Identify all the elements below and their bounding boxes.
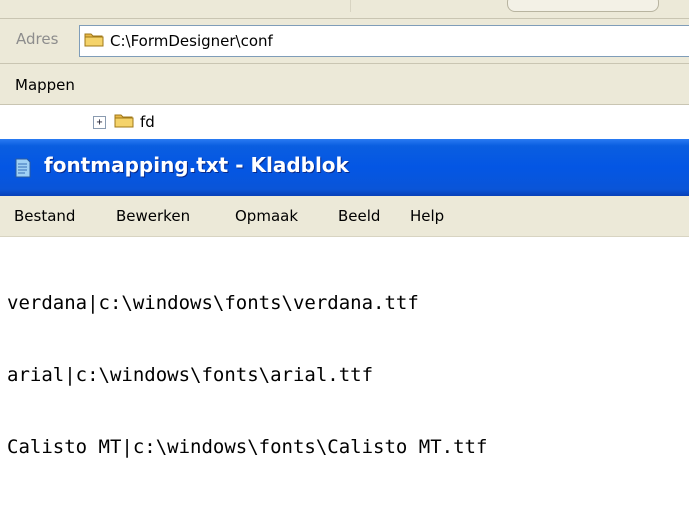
address-path: C:\FormDesigner\conf xyxy=(110,32,273,50)
folder-icon xyxy=(84,31,104,51)
tree-item-label: fd xyxy=(140,113,155,131)
menu-file[interactable]: Bestand xyxy=(14,207,75,225)
menu-edit[interactable]: Bewerken xyxy=(116,207,190,225)
toolbar-separator xyxy=(350,0,351,12)
text-line: verdana|c:\windows\fonts\verdana.ttf xyxy=(7,292,419,314)
text-content: verdana|c:\windows\fonts\verdana.ttf ari… xyxy=(7,243,487,507)
address-bar: Adres C:\FormDesigner\conf xyxy=(0,19,689,64)
address-label: Adres xyxy=(16,30,59,48)
notepad-title-bar[interactable]: fontmapping.txt - Kladblok xyxy=(0,139,689,196)
expand-plus-icon[interactable]: + xyxy=(93,115,106,129)
folder-tree: + fd xyxy=(0,105,689,138)
tree-item-fd[interactable]: + fd xyxy=(93,112,155,132)
menu-view[interactable]: Beeld xyxy=(338,207,380,225)
text-line: arial|c:\windows\fonts\arial.ttf xyxy=(7,364,374,386)
notepad-icon[interactable] xyxy=(13,157,33,183)
folders-pane-title: Mappen xyxy=(15,76,75,94)
folder-icon xyxy=(114,112,134,132)
toolbar-button-edge[interactable] xyxy=(507,0,659,12)
window-title: fontmapping.txt - Kladblok xyxy=(44,153,349,177)
notepad-text-area[interactable]: verdana|c:\windows\fonts\verdana.ttf ari… xyxy=(0,237,689,458)
text-line: Calisto MT|c:\windows\fonts\Calisto MT.t… xyxy=(7,436,488,458)
folders-pane-header: Mappen xyxy=(0,64,689,105)
menu-help[interactable]: Help xyxy=(410,207,444,225)
address-input[interactable]: C:\FormDesigner\conf xyxy=(79,25,689,57)
menu-bar: Bestand Bewerken Opmaak Beeld Help xyxy=(0,196,689,237)
explorer-toolbar-strip xyxy=(0,0,689,19)
menu-format[interactable]: Opmaak xyxy=(235,207,298,225)
